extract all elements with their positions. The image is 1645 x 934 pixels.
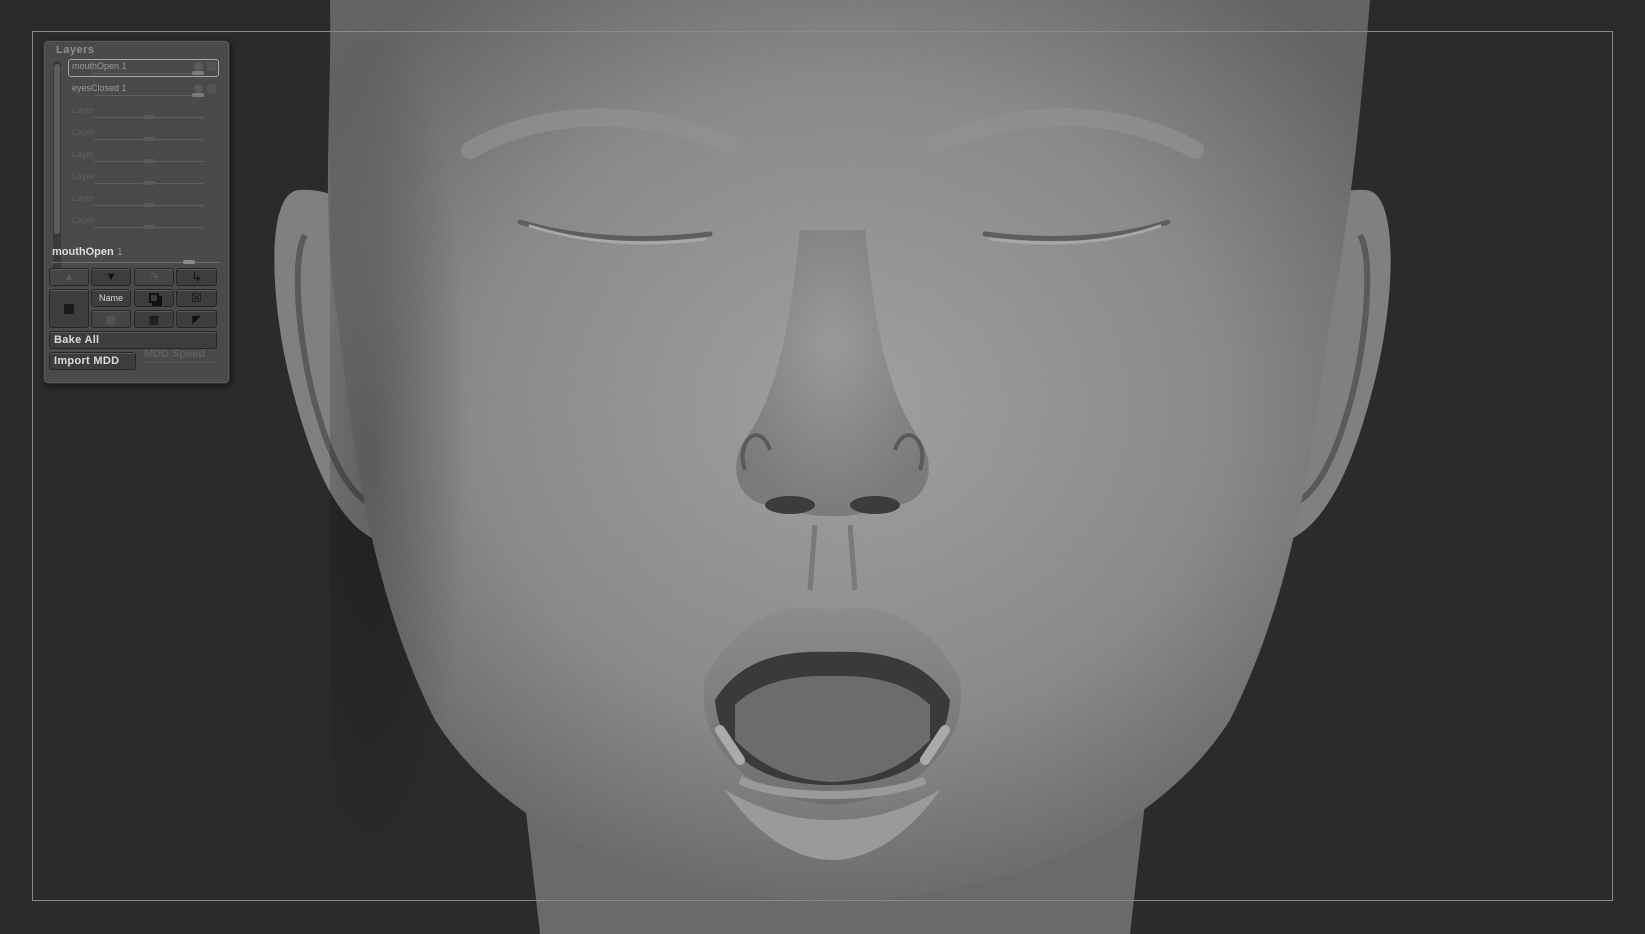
mdd-speed-label: MDD Speed [144,348,206,360]
layer-label: Layer [72,127,95,137]
layers-panel: Layers mouthOpen 1 eyesClosed 1 Layer La… [43,40,230,384]
name-button[interactable]: Name [91,289,131,307]
arrow-up-icon: ▲ [63,271,75,283]
new-layer-icon [64,303,74,314]
redo-button[interactable]: ↷ [134,268,174,286]
bake-all-label: Bake All [54,334,100,346]
layer-row-empty[interactable]: Layer [68,169,223,191]
layer-intensity-knob[interactable] [192,93,204,97]
return-icon: ↳ [191,269,202,284]
layer-intensity-knob[interactable] [143,137,155,141]
visibility-icon[interactable] [194,84,203,93]
layer-row-empty[interactable]: Layer [68,125,223,147]
import-mdd-button[interactable]: Import MDD [49,352,136,370]
visibility-icon[interactable] [194,62,203,71]
copy-button[interactable] [134,289,174,307]
layer-intensity-knob[interactable] [143,159,155,163]
split-icon: ▩ [105,313,117,326]
delete-button[interactable]: ☒ [176,289,217,307]
append-icon: ◤ [192,313,201,326]
layer-intensity-slider[interactable] [94,73,204,74]
mdd-speed-slider[interactable]: MDD Speed [140,347,222,365]
move-up-button[interactable]: ▲ [49,268,89,286]
mdd-speed-track[interactable] [142,362,218,363]
layer-row-empty[interactable]: Layer [68,191,223,213]
layer-intensity-knob[interactable] [143,181,155,185]
new-layer-button[interactable] [49,289,89,328]
move-down-button[interactable]: ▼ [91,268,131,286]
current-layer-slider-knob[interactable] [183,260,195,264]
record-icon[interactable] [207,84,216,93]
merge-button[interactable]: ▩ [134,310,174,328]
merge-icon: ▩ [148,313,160,326]
layer-row-eyesclosed[interactable]: eyesClosed 1 [68,81,223,103]
layer-label: Layer [72,215,95,225]
split-button[interactable]: ▩ [91,310,131,328]
layer-label: Layer [72,149,95,159]
layer-intensity-slider[interactable] [94,95,204,96]
sculpted-head-render [274,0,1391,934]
import-mdd-label: Import MDD [54,355,120,367]
panel-title: Layers [56,44,95,56]
layers-scrollbar-thumb[interactable] [54,64,60,234]
layer-label: eyesClosed 1 [72,83,127,93]
layer-label: Layer [72,105,95,115]
name-button-label: Name [98,293,123,303]
layer-label: mouthOpen 1 [72,61,127,71]
layer-list: mouthOpen 1 eyesClosed 1 Layer Layer Lay… [68,59,223,235]
arrow-down-icon: ▼ [105,271,117,283]
append-button[interactable]: ◤ [176,310,217,328]
layer-row-mouthopen[interactable]: mouthOpen 1 [68,59,223,81]
record-icon[interactable] [207,62,216,71]
delete-icon: ☒ [191,291,202,305]
3d-viewport[interactable] [0,0,1645,934]
layer-row-empty[interactable]: Layer [68,213,223,235]
return-button[interactable]: ↳ [176,268,217,286]
layer-label: Layer [72,171,95,181]
layer-intensity-knob[interactable] [143,225,155,229]
current-layer-name: mouthOpen 1 [52,246,123,258]
layer-row-empty[interactable]: Layer [68,103,223,125]
layer-intensity-knob[interactable] [143,203,155,207]
layer-label: Layer [72,193,95,203]
redo-icon: ↷ [148,270,160,284]
layer-row-empty[interactable]: Layer [68,147,223,169]
layer-intensity-knob[interactable] [143,115,155,119]
layer-intensity-knob[interactable] [192,71,204,75]
copy-icon [149,293,159,303]
